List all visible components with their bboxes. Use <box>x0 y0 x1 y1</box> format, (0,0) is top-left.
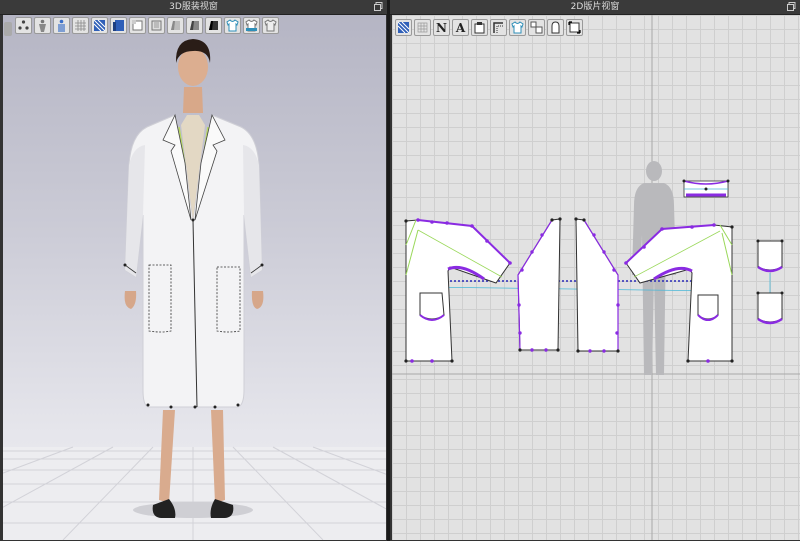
avatar-icon[interactable] <box>34 17 51 34</box>
pattern-front-left <box>517 217 562 352</box>
pattern-left-sleeve <box>404 218 512 363</box>
2d-panel-title: 2D版片视窗 <box>570 2 620 12</box>
shade-dark-icon[interactable] <box>186 17 203 34</box>
garment-front-icon[interactable] <box>224 17 241 34</box>
fabric-avatar-icon[interactable] <box>53 17 70 34</box>
3d-panel-title: 3D服装视窗 <box>169 2 218 12</box>
layout-icon[interactable] <box>528 19 545 36</box>
garment-back-icon[interactable] <box>262 17 279 34</box>
text-n-icon[interactable]: N <box>433 19 450 36</box>
collapse-arrow-icon[interactable] <box>4 22 12 36</box>
pattern-pocket-top <box>756 239 784 273</box>
garment-side-icon[interactable] <box>243 17 260 34</box>
surface-icon[interactable] <box>129 17 146 34</box>
text-a-icon[interactable]: A <box>452 19 469 36</box>
select-icon[interactable] <box>566 19 583 36</box>
pattern-front-right <box>574 217 620 353</box>
3d-viewport[interactable] <box>3 15 386 540</box>
maximize-icon[interactable] <box>787 2 796 11</box>
grid-icon[interactable] <box>72 17 89 34</box>
annotation-icon[interactable] <box>471 19 488 36</box>
texture-icon[interactable] <box>91 17 108 34</box>
floor-grid <box>3 446 386 540</box>
maximize-icon[interactable] <box>374 2 383 11</box>
3d-toolbar <box>15 17 279 39</box>
mesh-icon[interactable] <box>414 19 431 36</box>
shape-icon[interactable] <box>547 19 564 36</box>
pattern-collar <box>682 179 730 198</box>
thickness-icon[interactable] <box>110 17 127 34</box>
garment-icon[interactable] <box>509 19 526 36</box>
shade-light-icon[interactable] <box>167 17 184 34</box>
2d-viewport[interactable] <box>392 15 800 540</box>
2d-toolbar: N A <box>395 19 583 41</box>
shade-icon[interactable] <box>148 17 165 34</box>
3d-panel-titlebar: 3D服装视窗 <box>0 0 387 15</box>
seam-icon[interactable] <box>490 19 507 36</box>
avatar-points-icon[interactable] <box>15 17 32 34</box>
pattern-pocket-bottom <box>756 291 784 325</box>
texture-icon[interactable] <box>395 19 412 36</box>
2d-panel-titlebar: 2D版片视窗 <box>390 0 800 15</box>
shade-black-icon[interactable] <box>205 17 222 34</box>
